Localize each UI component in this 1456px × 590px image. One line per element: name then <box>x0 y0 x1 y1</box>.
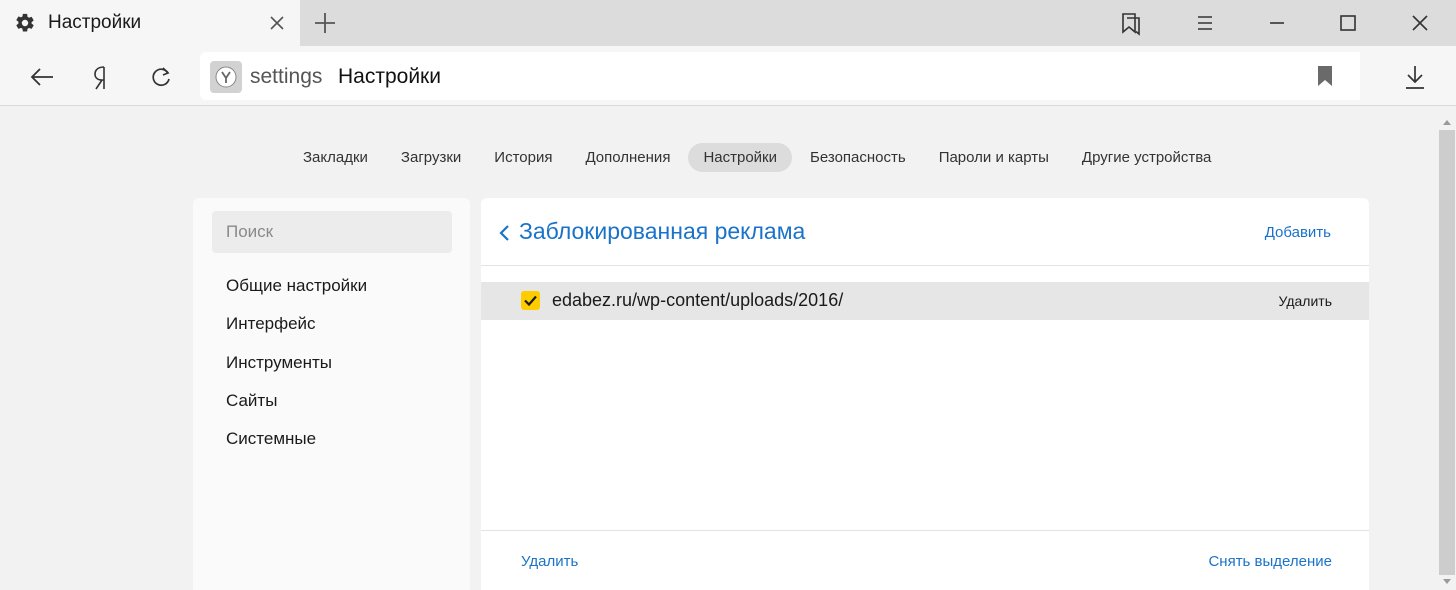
download-icon[interactable] <box>1400 62 1430 92</box>
tab-settings[interactable]: Настройки <box>688 142 792 172</box>
row-checkbox[interactable] <box>521 291 540 310</box>
sidebar-item-tools[interactable]: Инструменты <box>226 353 332 373</box>
toolbar: settings Настройки <box>0 46 1456 106</box>
bookmarks-panel-icon[interactable] <box>1118 10 1144 36</box>
settings-sidebar: Общие настройки Интерфейс Инструменты Са… <box>193 198 470 590</box>
url-page-title: Настройки <box>338 65 441 88</box>
address-bar-arrow <box>1340 52 1358 100</box>
url-host: settings <box>250 65 323 88</box>
plus-icon[interactable] <box>312 10 338 36</box>
address-bar[interactable]: settings Настройки <box>200 52 1360 100</box>
sidebar-item-general[interactable]: Общие настройки <box>226 276 367 296</box>
row-delete-button[interactable]: Удалить <box>1279 293 1332 309</box>
delete-selected-button[interactable]: Удалить <box>521 553 578 570</box>
close-icon[interactable] <box>1407 10 1433 36</box>
sidebar-item-sites[interactable]: Сайты <box>226 391 277 411</box>
yandex-logo-icon[interactable] <box>86 62 116 92</box>
maximize-icon[interactable] <box>1335 10 1361 36</box>
scroll-down-icon[interactable] <box>1439 576 1455 588</box>
tab-title: Настройки <box>48 12 142 33</box>
reload-icon[interactable] <box>146 62 176 92</box>
tab-history[interactable]: История <box>479 143 567 172</box>
bookmark-icon[interactable] <box>1315 65 1335 87</box>
deselect-all-button[interactable]: Снять выделение <box>1208 553 1332 570</box>
tab-security[interactable]: Безопасность <box>795 143 921 172</box>
tab-bar: Настройки <box>0 0 1456 46</box>
tab-devices[interactable]: Другие устройства <box>1067 143 1226 172</box>
settings-nav: Закладки Загрузки История Дополнения Настрой… <box>288 142 1229 172</box>
menu-icon[interactable] <box>1192 10 1218 36</box>
search-input[interactable] <box>212 211 452 253</box>
gear-icon <box>16 13 34 32</box>
footer-divider <box>481 530 1369 531</box>
add-button[interactable]: Добавить <box>1265 224 1331 241</box>
divider <box>481 265 1369 266</box>
close-icon[interactable] <box>266 12 288 34</box>
yandex-browser-icon <box>210 61 242 93</box>
sidebar-item-interface[interactable]: Интерфейс <box>226 314 316 334</box>
active-tab[interactable]: Настройки <box>0 0 300 46</box>
list-item[interactable]: edabez.ru/wp-content/uploads/2016/ Удали… <box>481 282 1369 320</box>
chevron-left-icon[interactable] <box>497 222 511 244</box>
blocked-url: edabez.ru/wp-content/uploads/2016/ <box>552 290 844 310</box>
blocked-ads-panel: Заблокированная реклама Добавить edabez.… <box>481 198 1369 590</box>
tab-bookmarks[interactable]: Закладки <box>288 143 383 172</box>
back-arrow-icon[interactable] <box>27 62 57 92</box>
minimize-icon[interactable] <box>1264 10 1290 36</box>
scrollbar-thumb[interactable] <box>1439 130 1455 575</box>
tab-downloads[interactable]: Загрузки <box>386 143 476 172</box>
sidebar-item-system[interactable]: Системные <box>226 429 316 449</box>
checkmark-icon <box>524 295 537 307</box>
tab-passwords[interactable]: Пароли и карты <box>924 143 1064 172</box>
scroll-up-icon[interactable] <box>1439 116 1455 128</box>
page-title: Заблокированная реклама <box>519 218 806 244</box>
tab-addons[interactable]: Дополнения <box>570 143 685 172</box>
